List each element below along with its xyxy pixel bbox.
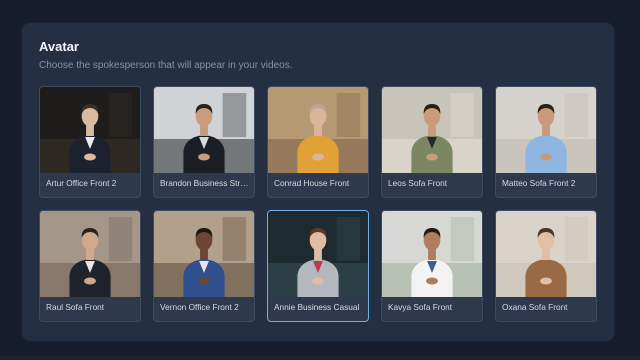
avatar-card[interactable]: Conrad House Front <box>267 86 369 198</box>
section-title: Avatar <box>39 39 79 54</box>
avatar-name: Oxana Sofa Front <box>502 302 568 312</box>
avatar-thumbnail <box>40 87 140 173</box>
avatar-name: Vernon Office Front 2 <box>160 302 239 312</box>
avatar-name: Conrad House Front <box>274 178 350 188</box>
avatar-thumbnail <box>496 87 596 173</box>
avatar-thumbnail <box>382 211 482 297</box>
avatar-card[interactable]: Brandon Business Street <box>153 86 255 198</box>
avatar-card[interactable]: Oxana Sofa Front <box>495 210 597 322</box>
avatar-thumbnail <box>40 211 140 297</box>
avatar-card[interactable]: Artur Office Front 2 <box>39 86 141 198</box>
avatar-panel: Avatar Choose the spokesperson that will… <box>22 23 614 341</box>
avatar-thumbnail <box>268 211 368 297</box>
avatar-thumbnail <box>154 211 254 297</box>
avatar-name: Raul Sofa Front <box>46 302 105 312</box>
avatar-name: Brandon Business Street <box>160 178 250 188</box>
avatar-name: Annie Business Casual <box>274 302 360 312</box>
avatar-card[interactable]: Raul Sofa Front <box>39 210 141 322</box>
avatar-thumbnail <box>154 87 254 173</box>
section-subtitle: Choose the spokesperson that will appear… <box>39 60 293 71</box>
avatar-card[interactable]: Annie Business Casual <box>267 210 369 322</box>
bottom-strip <box>0 356 640 360</box>
avatar-thumbnail <box>268 87 368 173</box>
avatar-name: Artur Office Front 2 <box>46 178 117 188</box>
avatar-thumbnail <box>382 87 482 173</box>
avatar-card[interactable]: Kavya Sofa Front <box>381 210 483 322</box>
avatar-card[interactable]: Vernon Office Front 2 <box>153 210 255 322</box>
avatar-thumbnail <box>496 211 596 297</box>
avatar-name: Kavya Sofa Front <box>388 302 453 312</box>
avatar-card[interactable]: Matteo Sofa Front 2 <box>495 86 597 198</box>
avatar-name: Leos Sofa Front <box>388 178 448 188</box>
avatar-card[interactable]: Leos Sofa Front <box>381 86 483 198</box>
avatar-name: Matteo Sofa Front 2 <box>502 178 576 188</box>
